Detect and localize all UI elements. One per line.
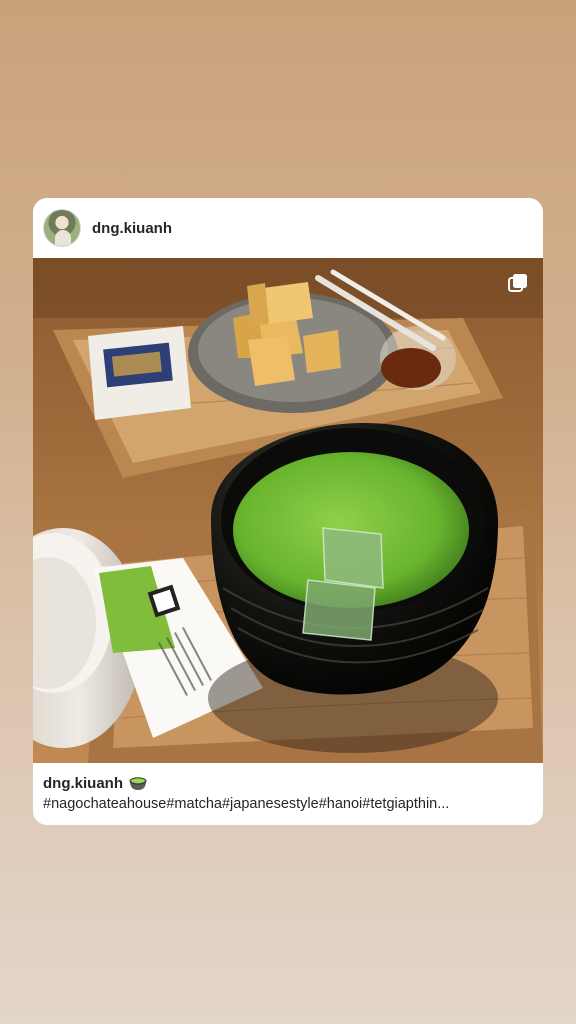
matcha-bowl-emoji-icon [129, 776, 147, 790]
matcha-photo-illustration [33, 258, 543, 763]
post-photo[interactable] [33, 258, 543, 763]
post-footer: dng.kiuanh #nagochateahouse#matcha#japan… [33, 763, 543, 825]
post-author-username[interactable]: dng.kiuanh [92, 220, 172, 237]
caption-author: dng.kiuanh [43, 775, 147, 792]
avatar[interactable] [43, 209, 81, 247]
caption-username[interactable]: dng.kiuanh [43, 775, 123, 792]
shared-post-card[interactable]: dng.kiuanh dng.kiuanh #nagochateahouse#m… [33, 198, 543, 825]
post-header: dng.kiuanh [33, 198, 543, 258]
multiple-photos-icon [508, 274, 527, 292]
post-caption[interactable]: #nagochateahouse#matcha#japanesestyle#ha… [43, 796, 533, 812]
